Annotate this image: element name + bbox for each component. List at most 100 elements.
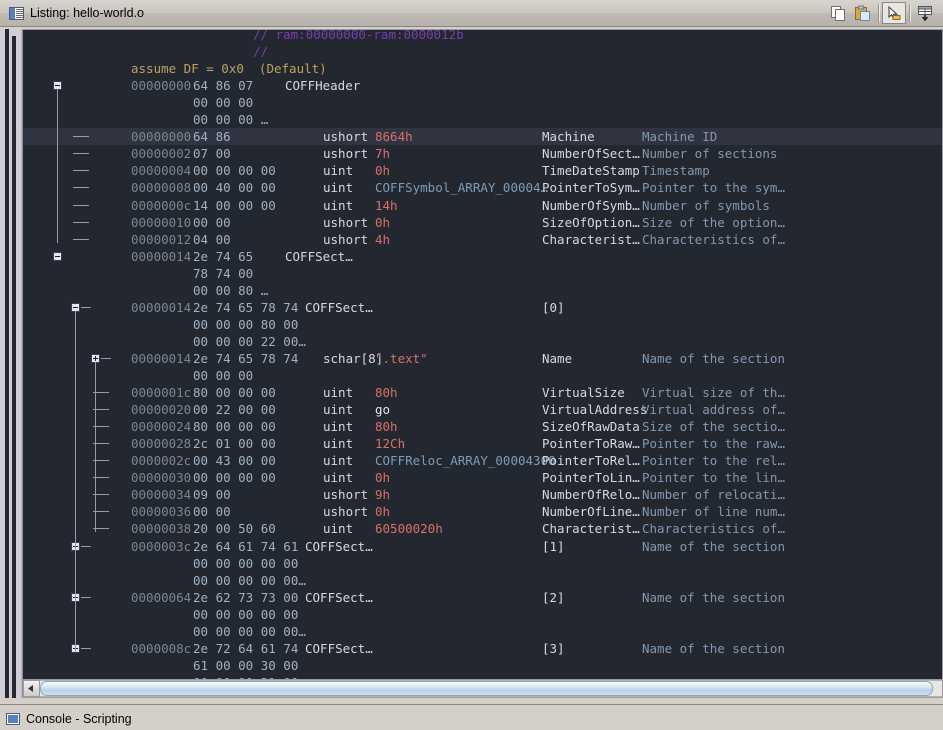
field-name-cell: NumberOfLine… [542,504,640,520]
address-cell: 00000010 [131,214,192,230]
listing-row[interactable]: 0000002c 00 43 00 00 uint COFFReloc_ARRAY_0… [23,452,942,469]
listing-row[interactable]: 00000024 80 00 00 00 uint 80h SizeOfRawData S… [23,418,942,435]
listing-continuation-row[interactable]: 00 00 00 22 00… [23,333,942,350]
structure-name-cell: COFFSect… [305,589,373,605]
bytes-cell: 07 00 [193,146,231,162]
listing-continuation-row[interactable]: 00 00 80 … [23,282,942,299]
datatype-cell: uint [323,436,354,452]
listing-continuation-row[interactable]: 00 00 00 00 00 [23,606,942,623]
bytes-cell: 00 43 00 00 [193,453,276,469]
value-cell: ".text" [375,350,428,366]
comment-cell: Pointer to the rel… [642,453,785,469]
listing-continuation-row[interactable]: 61 00 00 30 00 [23,657,942,674]
datatype-cell: ushort [323,504,369,520]
marker-margin[interactable] [0,29,22,698]
paste-button[interactable] [851,2,875,24]
listing-row[interactable]: 0000001c 80 00 00 00 uint 80h VirtualSize Vir… [23,384,942,401]
listing-row[interactable]: 00000014 2e 74 65 78 74 schar[8] ".text" Nam… [23,350,942,367]
address-cell: 00000008 [131,180,192,196]
listing-row[interactable]: 00000020 00 22 00 00 uint go VirtualAddress V… [23,401,942,418]
listing-row[interactable]: 00000012 04 00 ushort 4h Characterist… Charac… [23,231,942,248]
value-cell: 0h [375,163,391,179]
datatype-cell: ushort [323,214,369,230]
byte-continuation: 78 74 00 [193,265,254,281]
listing-row[interactable]: 00000028 2c 01 00 00 uint 12Ch PointerToRaw…… [23,435,942,452]
field-name-cell: Characterist… [542,231,640,247]
listing-continuation-row[interactable]: 00 00 00 00 00… [23,572,942,589]
plate-comment-text: // ram:00000000-ram:0000012b [253,30,464,42]
value-cell: 4h [375,231,391,247]
listing-row[interactable]: 00000034 09 00 ushort 9h NumberOfRelo… Number… [23,486,942,503]
listing-continuation-row[interactable]: 00 00 00 00 00 [23,555,942,572]
comment-cell: Machine ID [642,129,718,145]
listing-row[interactable]: 00000000 64 86 ushort 8664h Machine Machine I… [23,128,942,146]
byte-continuation: 00 00 00 [193,95,254,111]
value-cell: 9h [375,487,391,503]
comment-cell: Size of the sectio… [642,419,785,435]
console-panel-header[interactable]: Console - Scripting [0,704,943,730]
listing-row[interactable]: 00000036 00 00 ushort 0h NumberOfLine… Number… [23,503,942,520]
structure-name-cell: COFFHeader [285,78,361,94]
listing-continuation-row[interactable]: 00 00 00 80 00 [23,316,942,333]
listing-struct-row[interactable]: 00000064 2e 62 73 73 00 COFFSect… [2] Name o… [23,589,942,606]
bytes-cell: 00 00 [193,214,231,230]
listing-row[interactable]: 0000000c 14 00 00 00 uint 14h NumberOfSymb… N… [23,197,942,214]
scrollbar-track[interactable] [40,680,942,697]
bytes-cell: 80 00 00 00 [193,419,276,435]
structure-name-cell: COFFSect… [305,538,373,554]
byte-continuation: 00 00 00 … [193,112,269,128]
listing-continuation-row[interactable]: 00 00 00 [23,367,942,384]
listing-row[interactable]: 00000010 00 00 ushort 0h SizeOfOption… Size o… [23,214,942,231]
bytes-cell: 2e 72 64 61 74 [193,640,299,656]
address-cell: 00000036 [131,504,192,520]
tree-spine-section0 [95,361,96,533]
listing-continuation-row[interactable]: 00 00 00 … [23,111,942,128]
toggle-table-button[interactable] [913,2,937,24]
listing-row[interactable]: 00000008 00 40 00 00 uint COFFSymbol_ARRAY_… [23,179,942,196]
address-cell: 00000028 [131,436,192,452]
listing-code-view[interactable]: // ram:00000000-ram:0000012b //assume DF … [23,30,942,679]
datatype-cell: uint [323,419,354,435]
listing-row[interactable]: 00000030 00 00 00 00 uint 0h PointerToLin… Po… [23,469,942,486]
address-cell: 00000024 [131,419,192,435]
listing-comment-row[interactable]: // [23,43,942,60]
listing-struct-row[interactable]: 00000000 64 86 07 COFFHeader [23,77,942,94]
tree-connector [81,306,91,308]
listing-struct-row[interactable]: 00000014 2e 74 65 78 74 COFFSect… [0] [23,299,942,316]
scrollbar-thumb[interactable] [40,681,933,696]
datatype-cell: uint [323,453,354,469]
address-cell: 00000000 [131,129,192,145]
field-name-cell: VirtualSize [542,385,625,401]
address-cell: 00000064 [131,589,192,605]
byte-continuation: 00 00 00 00 00 [193,606,299,622]
window-title: Listing: hello-world.o [30,6,144,20]
listing-struct-row[interactable]: 00000014 2e 74 65 COFFSect… [23,248,942,265]
window-titlebar: Listing: hello-world.o [0,0,943,27]
scroll-left-button[interactable] [23,680,40,697]
listing-comment-row[interactable]: // ram:00000000-ram:0000012b [23,30,942,43]
datatype-cell: ushort [323,231,369,247]
console-panel-title: Console - Scripting [26,712,132,726]
listing-continuation-row[interactable]: 00 00 00 21 00… [23,674,942,679]
field-name-cell: PointerToRel… [542,453,640,469]
value-cell: 0h [375,504,391,520]
array-index-cell: [1] [542,538,565,554]
listing-continuation-row[interactable]: 78 74 00 [23,265,942,282]
listing-row[interactable]: 00000038 20 00 50 60 uint 60500020h Characte… [23,520,942,537]
horizontal-scrollbar[interactable] [23,679,942,697]
listing-continuation-row[interactable]: 00 00 00 [23,94,942,111]
field-name-cell: TimeDateStamp [542,163,640,179]
listing-row[interactable]: 00000002 07 00 ushort 7h NumberOfSect… Number… [23,145,942,162]
bytes-cell: 2e 74 65 78 74 [193,350,299,366]
address-cell: 00000012 [131,231,192,247]
snapshot-cursor-button[interactable] [882,2,906,24]
listing-continuation-row[interactable]: 00 00 00 00 00… [23,623,942,640]
toolbar-separator-2 [909,4,910,22]
listing-struct-row[interactable]: 0000008c 2e 72 64 61 74 COFFSect… [3] Name o… [23,640,942,657]
copy-button[interactable] [827,2,851,24]
listing-assume-row[interactable]: assume DF = 0x0 (Default) [23,60,942,77]
comment-cell: Virtual size of th… [642,385,785,401]
collapse-node-icon[interactable] [53,251,62,261]
listing-row[interactable]: 00000004 00 00 00 00 uint 0h TimeDateStamp Ti… [23,162,942,179]
listing-struct-row[interactable]: 0000003c 2e 64 61 74 61 COFFSect… [1] Name o… [23,538,942,555]
